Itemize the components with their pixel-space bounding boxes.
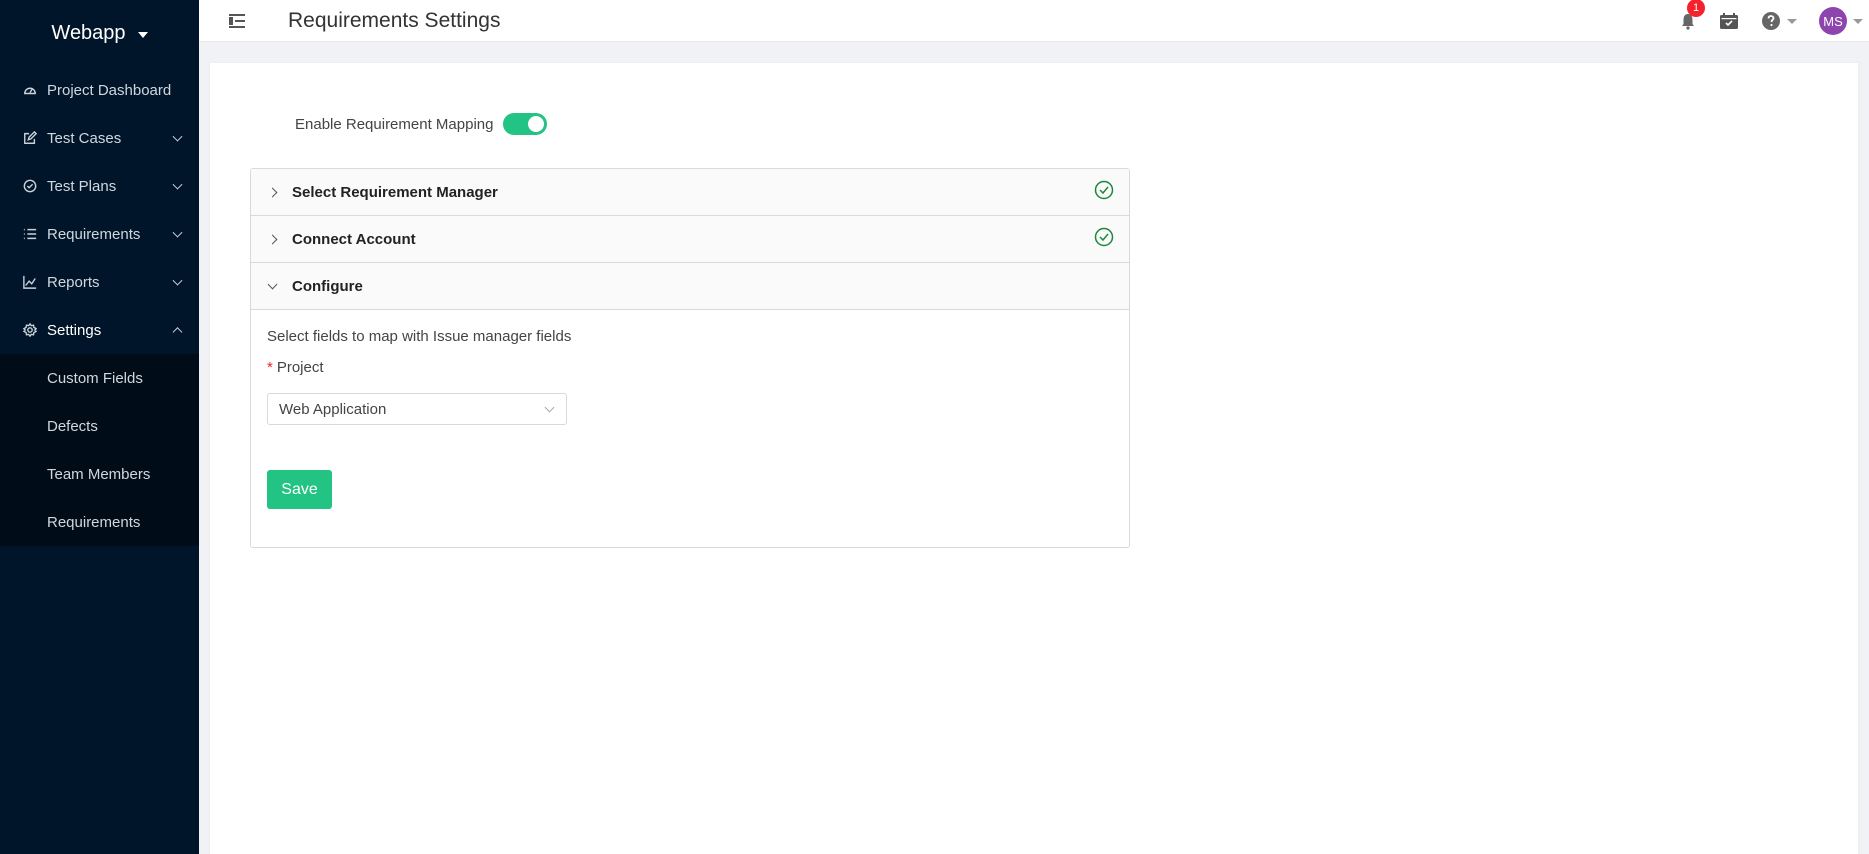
caret-down-icon	[1853, 18, 1863, 24]
user-menu[interactable]: MS	[1819, 7, 1863, 35]
sidebar-item-settings[interactable]: Settings	[0, 306, 199, 354]
notification-badge: 1	[1687, 0, 1705, 17]
sidebar-item-reports[interactable]: Reports	[0, 258, 199, 306]
chevron-down-icon	[172, 179, 183, 190]
settings-submenu: Custom Fields Defects Team Members Requi…	[0, 354, 199, 546]
chevron-down-icon	[172, 275, 183, 286]
dashboard-icon	[22, 82, 38, 98]
sidebar-subitem-team-members[interactable]: Team Members	[0, 450, 199, 498]
menu-fold-icon[interactable]	[229, 13, 245, 28]
chevron-right-icon	[267, 187, 278, 197]
panel-configure[interactable]: Configure	[251, 263, 1129, 310]
page-title: Requirements Settings	[288, 8, 501, 32]
content-card: Enable Requirement Mapping Select Requir…	[209, 62, 1859, 854]
sidebar-subitem-custom-fields[interactable]: Custom Fields	[0, 354, 199, 402]
sidebar-menu: Project Dashboard Test Cases Test Plans …	[0, 66, 199, 354]
check-circle-icon	[1094, 180, 1114, 204]
help-menu[interactable]	[1761, 11, 1797, 31]
panel-title: Configure	[292, 277, 363, 295]
sidebar-item-label: Test Cases	[47, 129, 122, 147]
calendar-button[interactable]	[1719, 12, 1739, 30]
panel-connect-account[interactable]: Connect Account	[251, 216, 1129, 263]
chevron-down-icon	[544, 402, 555, 413]
header-actions: 1 MS	[1657, 0, 1869, 42]
sidebar-subitem-defects[interactable]: Defects	[0, 402, 199, 450]
sidebar-item-label: Defects	[47, 417, 98, 435]
sidebar-item-label: Requirements	[47, 513, 141, 531]
required-mark: *	[267, 359, 273, 376]
requirement-mapping-switch[interactable]	[503, 113, 548, 135]
project-switcher[interactable]: Webapp	[0, 0, 199, 66]
sidebar-item-project-dashboard[interactable]: Project Dashboard	[0, 66, 199, 114]
sidebar-item-requirements[interactable]: Requirements	[0, 210, 199, 258]
configure-body: Select fields to map with Issue manager …	[251, 310, 1129, 547]
sidebar-item-label: Team Members	[47, 465, 151, 483]
notifications-button[interactable]: 1	[1679, 0, 1705, 30]
toggle-label: Enable Requirement Mapping	[295, 115, 494, 133]
save-button[interactable]: Save	[267, 470, 332, 509]
caret-down-icon	[137, 31, 148, 38]
caret-down-icon	[1787, 18, 1797, 24]
sidebar-item-label: Project Dashboard	[47, 81, 172, 99]
sidebar-item-label: Reports	[47, 273, 100, 291]
project-field-label: * Project	[267, 359, 1113, 376]
switch-knob	[528, 116, 545, 132]
sidebar-item-label: Settings	[47, 321, 102, 339]
chevron-down-icon	[172, 227, 183, 238]
question-circle-icon	[1762, 12, 1780, 30]
avatar: MS	[1819, 7, 1847, 35]
configure-description: Select fields to map with Issue manager …	[267, 328, 572, 345]
sidebar-subitem-requirements[interactable]: Requirements	[0, 498, 199, 546]
sidebar-item-label: Custom Fields	[47, 369, 143, 387]
gear-icon	[22, 322, 38, 338]
sidebar-item-test-cases[interactable]: Test Cases	[0, 114, 199, 162]
panel-title: Connect Account	[292, 230, 416, 248]
list-icon	[22, 226, 38, 242]
chevron-up-icon	[172, 327, 183, 338]
top-header: Requirements Settings 1 MS	[199, 0, 1869, 42]
edit-icon	[22, 130, 38, 146]
project-label: Project	[276, 359, 324, 376]
requirement-mapping-toggle-row: Enable Requirement Mapping	[295, 113, 548, 135]
sidebar-item-label: Requirements	[47, 225, 141, 243]
chevron-right-icon	[267, 234, 278, 244]
project-select-value: Web Application	[279, 400, 387, 418]
panel-title: Select Requirement Manager	[292, 183, 498, 201]
check-circle-icon	[1094, 227, 1114, 251]
brand-name: Webapp	[51, 21, 126, 44]
check-circle-icon	[22, 178, 38, 194]
setup-collapse: Select Requirement Manager Connect Accou…	[250, 168, 1130, 548]
line-chart-icon	[22, 274, 38, 290]
project-select[interactable]: Web Application	[267, 393, 567, 425]
sidebar-item-test-plans[interactable]: Test Plans	[0, 162, 199, 210]
sidebar-item-label: Test Plans	[47, 177, 117, 195]
sidebar: Webapp Project Dashboard Test Cases Test…	[0, 0, 199, 854]
panel-select-requirement-manager[interactable]: Select Requirement Manager	[251, 169, 1129, 216]
chevron-down-icon	[267, 279, 278, 289]
chevron-down-icon	[172, 131, 183, 142]
calendar-check-icon	[1720, 13, 1738, 29]
